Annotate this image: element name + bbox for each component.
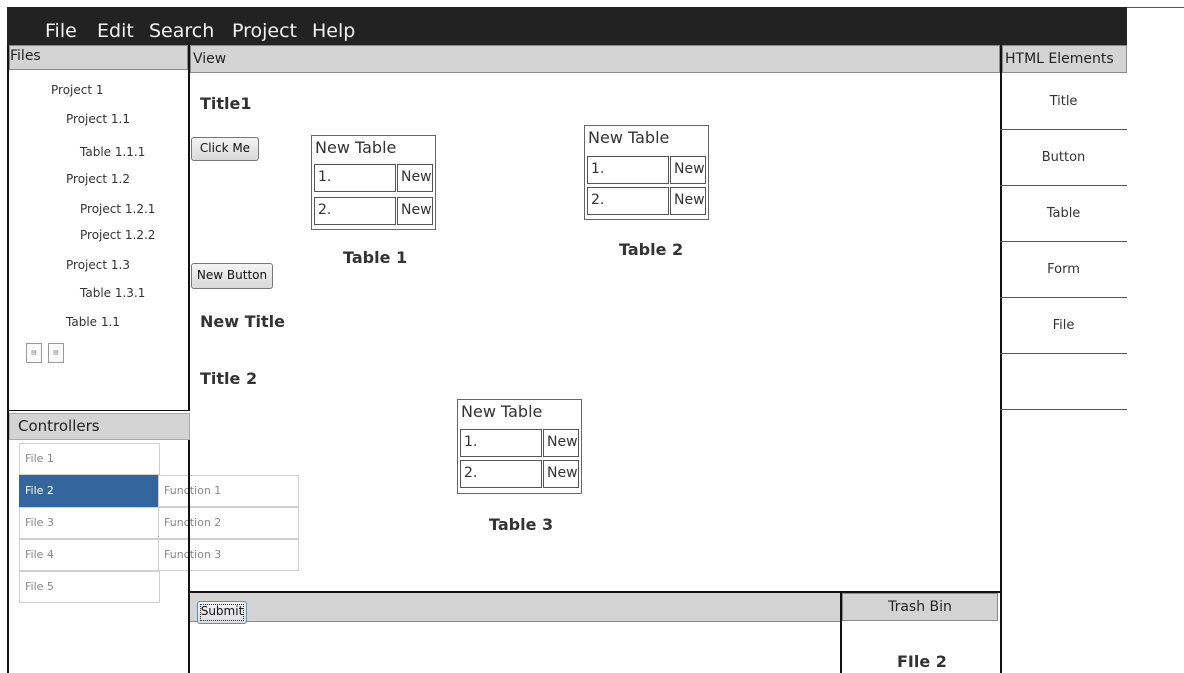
menu-help[interactable]: Help	[312, 20, 355, 42]
new-table[interactable]: New Table 1. New 2. New	[584, 125, 709, 220]
table-cell[interactable]: New	[670, 156, 706, 184]
new-table[interactable]: New Table 1. New 2. New	[311, 135, 436, 230]
table-cell[interactable]: 2.	[587, 187, 669, 215]
submit-button[interactable]: Submit	[197, 601, 247, 624]
element-title[interactable]: Title	[1000, 74, 1127, 130]
element-empty-slot	[1000, 354, 1127, 410]
bottom-toolbar	[190, 593, 840, 622]
view-title[interactable]: New Title	[200, 312, 285, 331]
element-file[interactable]: File	[1000, 298, 1127, 354]
click-me-button[interactable]: Click Me	[191, 137, 259, 161]
controller-file-item[interactable]: File 5	[19, 571, 160, 603]
pane-divider	[188, 45, 190, 410]
tree-item[interactable]: Project 1.2.2	[80, 228, 155, 242]
element-button[interactable]: Button	[1000, 130, 1127, 186]
tree-item[interactable]: Table 1.1	[66, 315, 120, 329]
tree-item[interactable]: Table 1.3.1	[80, 286, 145, 300]
table-caption: Table 2	[619, 240, 684, 259]
tree-item[interactable]: Project 1.1	[66, 112, 130, 126]
new-button[interactable]: New Button	[191, 263, 273, 289]
view-title[interactable]: Title1	[200, 94, 252, 113]
menu-file[interactable]: File	[45, 20, 77, 42]
table-cell[interactable]: 1.	[460, 429, 542, 457]
tree-item[interactable]: Project 1.2	[66, 172, 130, 186]
new-table[interactable]: New Table 1. New 2. New	[457, 399, 582, 494]
menu-project[interactable]: Project	[232, 20, 297, 42]
tree-item[interactable]: Project 1.2.1	[80, 202, 155, 216]
controllers-header: Controllers	[9, 413, 190, 440]
menu-search[interactable]: Search	[149, 20, 214, 42]
view-header: View	[190, 45, 1000, 73]
pane-divider	[188, 440, 190, 673]
element-form[interactable]: Form	[1000, 242, 1127, 298]
tree-item[interactable]: Project 1	[51, 83, 104, 97]
tree-item[interactable]: Table 1.1.1	[80, 145, 145, 159]
table-cell[interactable]: 1.	[314, 164, 396, 192]
table-cell[interactable]: New	[397, 197, 433, 225]
controller-file-item[interactable]: File 1	[19, 443, 160, 475]
table-cell[interactable]: 2.	[314, 197, 396, 225]
table-title: New Table	[461, 402, 543, 421]
table-cell[interactable]: New	[397, 164, 433, 192]
table-cell[interactable]: New	[543, 460, 579, 488]
view-title[interactable]: Title 2	[200, 369, 257, 388]
trash-bin-header: Trash Bin	[842, 593, 998, 621]
menu-bar: File Edit Search Project Help	[7, 7, 1127, 45]
tree-item[interactable]: Project 1.3	[66, 258, 130, 272]
table-cell[interactable]: 2.	[460, 460, 542, 488]
function-item[interactable]: Function 3	[158, 539, 299, 571]
table-cell[interactable]: 1.	[587, 156, 669, 184]
table-cell[interactable]: New	[670, 187, 706, 215]
html-elements-header: HTML Elements	[1002, 45, 1127, 73]
window-frame-edge	[1127, 7, 1184, 8]
trash-item[interactable]: FIle 2	[897, 652, 947, 671]
controller-file-item-selected[interactable]: File 2	[19, 475, 160, 507]
file-icon[interactable]: ▤	[26, 343, 42, 363]
controller-file-item[interactable]: File 4	[19, 539, 160, 571]
function-item[interactable]: Function 2	[158, 507, 299, 539]
element-table[interactable]: Table	[1000, 186, 1127, 242]
menu-edit[interactable]: Edit	[97, 20, 134, 42]
file-icon[interactable]: ▤	[48, 343, 64, 363]
table-cell[interactable]: New	[543, 429, 579, 457]
table-title: New Table	[315, 138, 397, 157]
controller-file-item[interactable]: File 3	[19, 507, 160, 539]
table-title: New Table	[588, 128, 670, 147]
table-caption: Table 1	[343, 248, 408, 267]
function-item[interactable]: Function 1	[158, 475, 299, 507]
window-frame	[7, 7, 9, 673]
files-header: Files	[9, 45, 188, 70]
pane-divider	[9, 410, 190, 411]
table-caption: Table 3	[489, 515, 554, 534]
